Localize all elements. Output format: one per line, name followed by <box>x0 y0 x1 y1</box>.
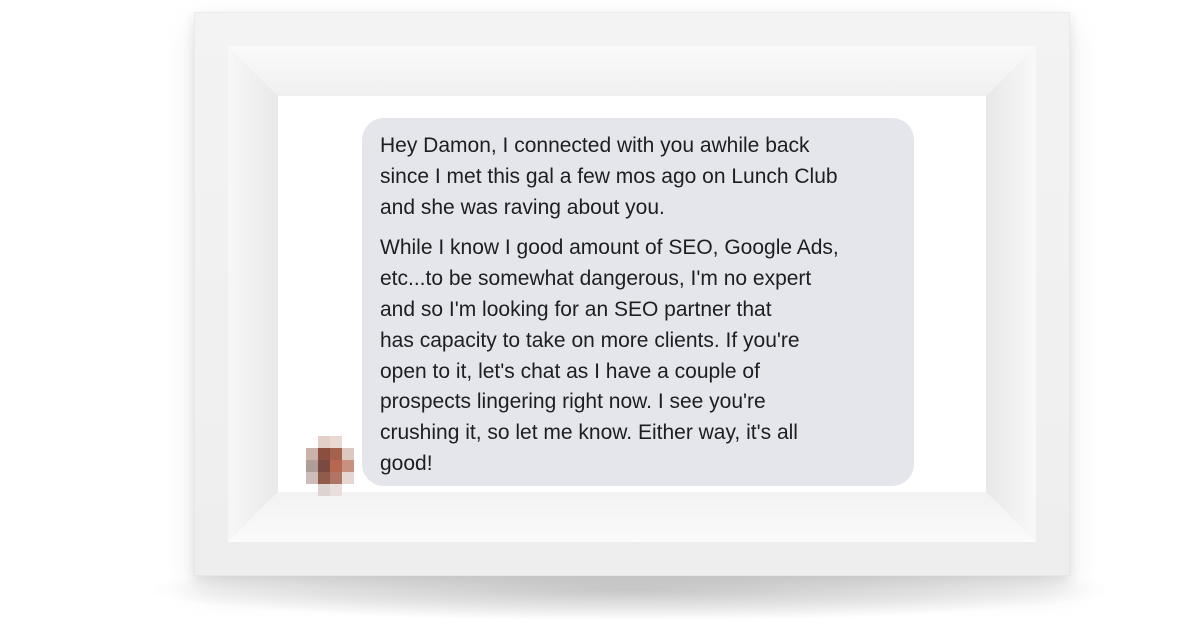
bevel-top <box>228 46 1036 96</box>
chat-message-row: Hey Damon, I connected with you awhile b… <box>306 118 926 496</box>
message-paragraph-1: Hey Damon, I connected with you awhile b… <box>380 134 838 219</box>
framed-screenshot-canvas: Hey Damon, I connected with you awhile b… <box>0 0 1200 630</box>
bevel-left <box>228 46 278 542</box>
bevel-right <box>986 46 1036 542</box>
bevel-bottom <box>228 492 1036 542</box>
message-bubble[interactable]: Hey Damon, I connected with you awhile b… <box>362 118 914 486</box>
picture-frame: Hey Damon, I connected with you awhile b… <box>194 12 1070 576</box>
picture-mat: Hey Damon, I connected with you awhile b… <box>228 46 1036 542</box>
avatar-icon[interactable] <box>306 436 354 496</box>
message-paragraph-2: While I know I good amount of SEO, Googl… <box>380 236 839 475</box>
